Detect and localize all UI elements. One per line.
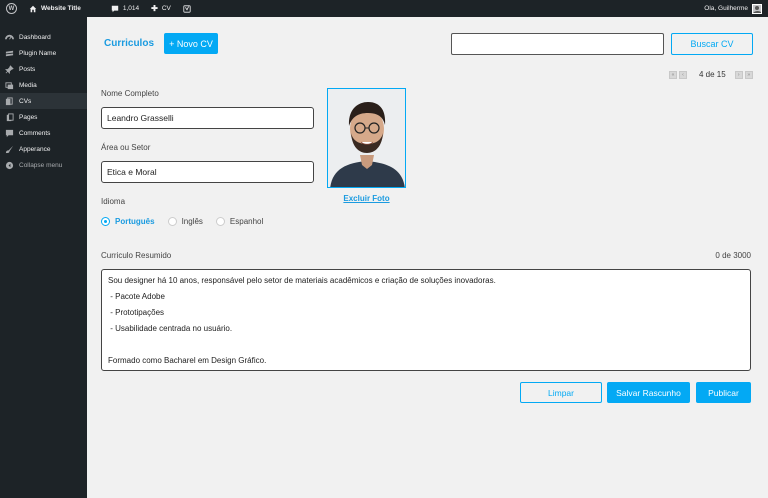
char-counter: 0 de 3000 (715, 251, 751, 260)
sidebar-item-label: Plugin Name (19, 49, 57, 57)
clear-button[interactable]: Limpar (520, 382, 602, 403)
publish-button[interactable]: Publicar (696, 382, 751, 403)
admin-bar: W Website Title 1,014 ✚ CV Ola, Guilherm… (0, 0, 768, 17)
summary-line: Sou designer há 10 anos, responsável pel… (108, 276, 496, 285)
sidebar-item-label: Collapse menu (19, 161, 63, 169)
sidebar-item-label: Posts (19, 65, 36, 73)
radio-label: Português (115, 217, 155, 226)
sidebar-item-label: Media (19, 81, 37, 89)
radio-button[interactable] (167, 217, 177, 226)
summary-line (108, 340, 744, 356)
summary-line: - Prototipações (108, 308, 165, 317)
pin-icon (5, 64, 14, 74)
area-field[interactable]: Etica e Moral (101, 161, 314, 183)
comments-count: 1,014 (122, 5, 140, 12)
summary-label: Curriculo Resumido (101, 251, 172, 260)
media-icon (5, 81, 14, 90)
radio-button[interactable] (215, 217, 225, 226)
radio-label: Espanhol (229, 217, 264, 226)
new-content-label: CV (161, 5, 171, 12)
plus-icon: ✚ (151, 4, 158, 13)
sidebar-item-label: Pages (19, 113, 38, 121)
area-label: Área ou Setor (101, 143, 151, 152)
site-title-link[interactable]: Website Title (23, 0, 87, 17)
dashboard-icon (5, 33, 14, 42)
comment-bubble-icon (111, 5, 119, 12)
sidebar-item-media[interactable]: Media (0, 77, 87, 93)
wordpress-logo-icon: W (6, 3, 17, 14)
next-page-button[interactable]: › (734, 70, 743, 79)
document-icon (5, 96, 14, 106)
brush-icon (5, 145, 14, 154)
radio-button[interactable] (101, 217, 110, 226)
site-title: Website Title (41, 5, 81, 12)
sidebar-item-label: CVs (19, 97, 32, 105)
sidebar-item-plugin-name[interactable]: Plugin Name (0, 45, 87, 61)
pager: « ‹ 4 de 15 › » (669, 70, 753, 79)
home-icon (29, 5, 37, 12)
last-page-button[interactable]: » (744, 70, 753, 79)
sidebar-item-label: Apperance (19, 145, 51, 153)
main-content: Curriculos + Novo CV Buscar CV « ‹ 4 de … (87, 17, 768, 498)
pages-icon (5, 112, 14, 122)
plugin-icon (5, 49, 14, 58)
profile-photo-image (328, 89, 405, 187)
save-draft-button[interactable]: Salvar Rascunho (607, 382, 690, 403)
delete-photo-link[interactable]: Excluir Foto (327, 194, 406, 203)
radio-portugues[interactable]: Português (101, 217, 155, 226)
yoast-icon (183, 4, 191, 13)
radio-espanhol[interactable]: Espanhol (215, 217, 264, 226)
avatar-small (752, 3, 762, 14)
name-field[interactable]: Leandro Grasselli (101, 107, 314, 129)
yoast-link[interactable] (177, 0, 197, 17)
sidebar-item-pages[interactable]: Pages (0, 109, 87, 125)
summary-line: Formado como Bacharel em Design Gráfico. (108, 356, 267, 365)
search-input[interactable] (451, 33, 664, 55)
search-cv-button[interactable]: Buscar CV (671, 33, 753, 55)
greeting: Ola, Guilherme (704, 5, 748, 12)
summary-line: - Pacote Adobe (108, 292, 165, 301)
admin-sidebar: Dashboard Plugin Name Posts Media CVs Pa… (0, 17, 87, 498)
summary-textarea[interactable]: Sou designer há 10 anos, responsável pel… (101, 269, 751, 371)
sidebar-item-dashboard[interactable]: Dashboard (0, 29, 87, 45)
page-title: Curriculos (104, 38, 155, 49)
summary-line: - Usabilidade centrada no usuário. (108, 324, 233, 333)
page-indicator: 4 de 15 (699, 70, 726, 79)
language-radio-group: Português Inglês Espanhol (101, 217, 276, 226)
new-cv-button[interactable]: + Novo CV (164, 33, 218, 54)
new-content-link[interactable]: ✚ CV (145, 0, 177, 17)
wordpress-logo-button[interactable]: W (0, 0, 23, 17)
sidebar-item-apperance[interactable]: Apperance (0, 141, 87, 157)
sidebar-item-label: Comments (19, 129, 51, 137)
sidebar-item-label: Dashboard (19, 33, 51, 41)
first-page-button[interactable]: « (669, 70, 677, 79)
profile-photo (327, 88, 406, 188)
sidebar-item-cvs[interactable]: CVs (0, 93, 87, 109)
collapse-menu-button[interactable]: Collapse menu (0, 157, 87, 173)
collapse-icon (5, 161, 14, 170)
name-label: Nome Completo (101, 89, 159, 98)
radio-ingles[interactable]: Inglês (167, 217, 203, 226)
radio-label: Inglês (181, 217, 203, 226)
sidebar-item-posts[interactable]: Posts (0, 61, 87, 77)
account-menu[interactable]: Ola, Guilherme (704, 3, 768, 14)
comment-icon (5, 129, 14, 138)
admin-menu: Dashboard Plugin Name Posts Media CVs Pa… (0, 17, 87, 173)
prev-page-button[interactable]: ‹ (679, 70, 687, 79)
language-label: Idioma (101, 197, 126, 206)
comments-link[interactable]: 1,014 (105, 0, 145, 17)
sidebar-item-comments[interactable]: Comments (0, 125, 87, 141)
